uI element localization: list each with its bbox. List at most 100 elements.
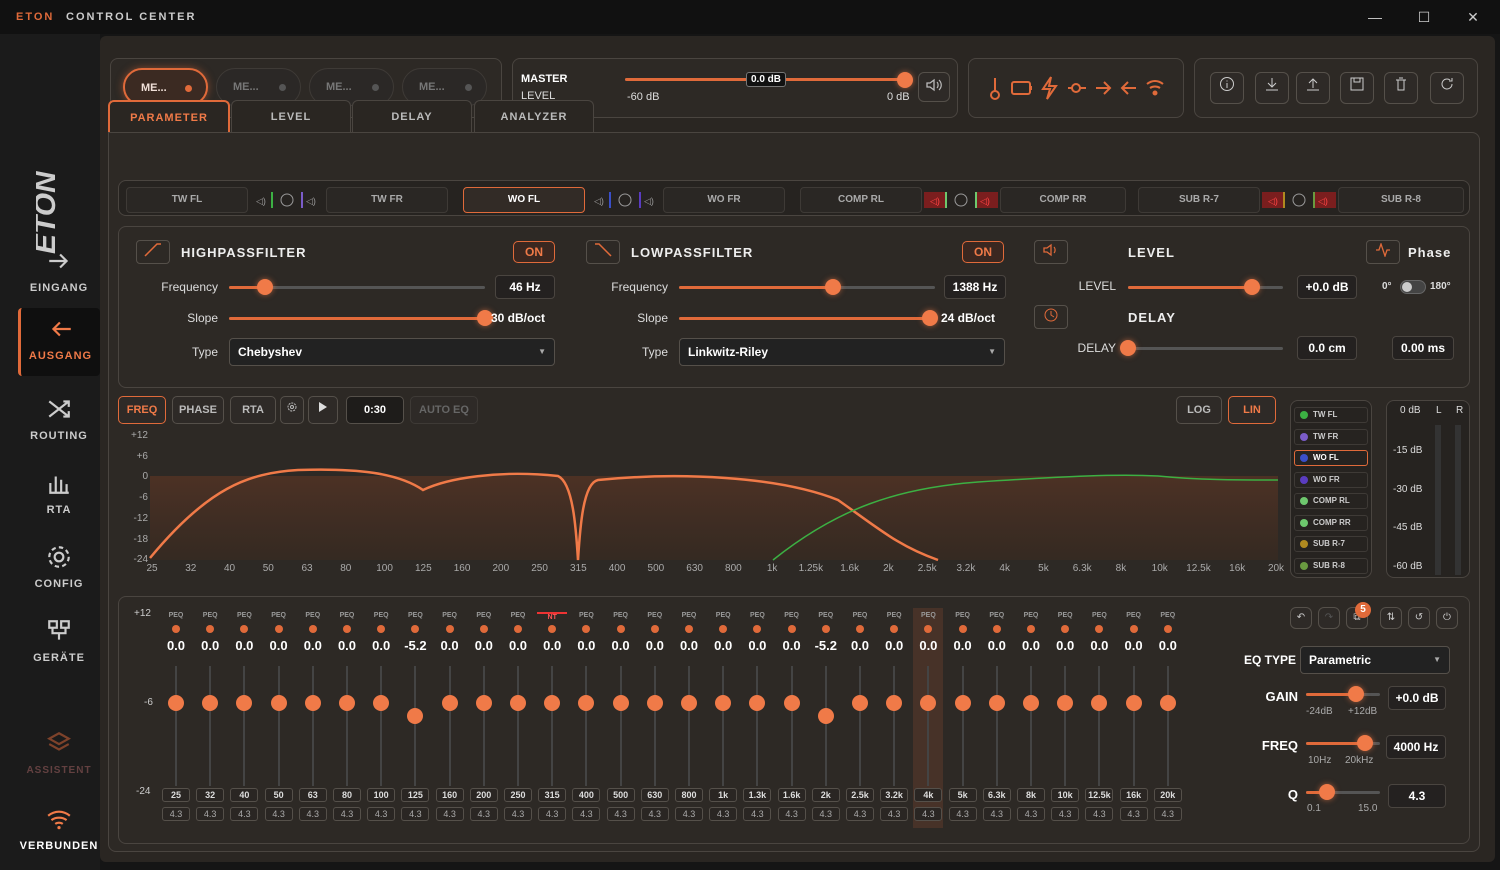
graph-phase-button[interactable]: PHASE <box>172 396 224 424</box>
eq-band[interactable]: PEQ -5.2 125 4.3 <box>400 608 430 828</box>
eq-band-track[interactable] <box>277 666 280 786</box>
eq-band-knob[interactable] <box>715 695 732 711</box>
minimize-button[interactable]: — <box>1360 6 1390 28</box>
channel-sub-r7[interactable]: SUB R-7 <box>1138 187 1260 213</box>
eq-band-q[interactable]: 4.3 <box>298 807 327 821</box>
eq-band-track[interactable] <box>893 666 896 786</box>
eq-band-type[interactable]: PEQ <box>332 612 362 619</box>
frequency-response-graph[interactable] <box>118 428 1288 578</box>
eq-band-knob[interactable] <box>817 708 834 724</box>
eq-band[interactable]: PEQ -5.2 2k 4.3 <box>811 608 841 828</box>
eq-band[interactable]: PEQ 0.0 40 4.3 <box>229 608 259 828</box>
eq-band-q[interactable]: 4.3 <box>504 807 532 821</box>
eq-band-track[interactable] <box>517 666 519 786</box>
eq-band-q[interactable]: 4.3 <box>675 807 703 821</box>
lowpass-frequency-knob[interactable] <box>825 279 841 295</box>
eq-band-knob[interactable] <box>373 695 390 711</box>
close-button[interactable]: ✕ <box>1458 6 1488 28</box>
eq-band-frequency[interactable]: 20k <box>1153 788 1182 802</box>
eq-band-type[interactable]: PEQ <box>264 612 294 619</box>
eq-band-frequency[interactable]: 12.5k <box>1085 788 1114 802</box>
eq-band-frequency[interactable]: 400 <box>572 788 601 802</box>
eq-band-frequency[interactable]: 315 <box>538 788 567 802</box>
eq-band-type[interactable]: NT <box>537 612 568 621</box>
eq-band-knob[interactable] <box>407 708 424 724</box>
eq-swap-button[interactable]: ⇅ <box>1380 607 1402 629</box>
eq-band-frequency[interactable]: 160 <box>435 788 464 802</box>
eq-band-knob[interactable] <box>646 695 663 711</box>
eq-band[interactable]: NT 0.0 315 4.3 <box>537 608 568 828</box>
eq-band-track[interactable] <box>1030 666 1032 786</box>
eq-band-type[interactable]: PEQ <box>845 612 875 619</box>
eq-band-frequency[interactable]: 200 <box>469 788 498 802</box>
eq-band-type[interactable]: PEQ <box>298 612 328 619</box>
eq-band-knob[interactable] <box>168 695 184 711</box>
eq-band-q[interactable]: 4.3 <box>914 807 943 821</box>
scale-log-button[interactable]: LOG <box>1176 396 1222 424</box>
eq-band-type[interactable]: PEQ <box>571 612 601 619</box>
eq-band-track[interactable] <box>1166 666 1169 786</box>
eq-band-type[interactable]: PEQ <box>811 612 841 619</box>
eq-band-q[interactable]: 4.3 <box>401 807 430 821</box>
eq-band-type[interactable]: PEQ <box>777 612 807 619</box>
eq-band-knob[interactable] <box>441 695 458 711</box>
highpass-on-toggle[interactable]: ON <box>513 241 555 263</box>
eq-band-type[interactable]: PEQ <box>1016 612 1046 619</box>
eq-band-q[interactable]: 4.3 <box>846 807 874 821</box>
eq-band-track[interactable] <box>482 666 485 786</box>
eq-band-track[interactable] <box>688 666 690 786</box>
eq-band-frequency[interactable]: 8k <box>1017 788 1045 802</box>
eq-band-q[interactable]: 4.3 <box>162 807 190 821</box>
eq-band-type[interactable]: PEQ <box>948 612 978 619</box>
channel-comp-rr[interactable]: COMP RR <box>1000 187 1126 213</box>
eq-band-type[interactable]: PEQ <box>1084 612 1114 619</box>
eq-gain-knob[interactable] <box>1348 686 1364 702</box>
graph-freq-button[interactable]: FREQ <box>118 396 166 424</box>
eq-band-q[interactable]: 4.3 <box>640 807 669 821</box>
level-mute-button[interactable] <box>1034 240 1068 264</box>
eq-band-q[interactable]: 4.3 <box>777 807 806 821</box>
eq-band-knob[interactable] <box>1125 695 1142 711</box>
eq-band-track[interactable] <box>346 666 348 786</box>
eq-band-frequency[interactable]: 1.6k <box>777 788 806 802</box>
eq-band-knob[interactable] <box>1023 695 1039 711</box>
channel-link-comp[interactable]: ◁) ◁) <box>924 190 998 210</box>
legend-item[interactable]: WO FL <box>1294 450 1368 466</box>
eq-band-q[interactable]: 4.3 <box>948 807 977 821</box>
eq-band-type[interactable]: PEQ <box>1153 612 1183 619</box>
graph-play-button[interactable] <box>308 396 338 424</box>
eq-band[interactable]: PEQ 0.0 20k 4.3 <box>1153 608 1183 828</box>
save-button[interactable] <box>1340 72 1374 104</box>
eq-band-type[interactable]: PEQ <box>913 612 943 619</box>
tab-parameter[interactable]: PARAMETER <box>108 100 230 132</box>
highpass-type-select[interactable]: Chebyshev ▼ <box>229 338 555 366</box>
highpass-frequency-knob[interactable] <box>257 279 273 295</box>
eq-band-frequency[interactable]: 1k <box>709 788 738 802</box>
eq-band-type[interactable]: PEQ <box>708 612 738 619</box>
eq-band[interactable]: PEQ 0.0 800 4.3 <box>674 608 704 828</box>
sidebar-item-assistent[interactable]: ASSISTENT <box>18 722 100 790</box>
eq-band-knob[interactable] <box>783 695 800 711</box>
eq-band-track[interactable] <box>1098 666 1101 786</box>
eq-band[interactable]: PEQ 0.0 4k 4.3 <box>913 608 944 828</box>
channel-link-wo[interactable]: ◁) ◁) <box>588 190 662 210</box>
eq-band-type[interactable]: PEQ <box>1050 612 1080 619</box>
eq-band-frequency[interactable]: 63 <box>298 788 327 802</box>
eq-band-type[interactable]: PEQ <box>1119 612 1149 619</box>
eq-band-track[interactable] <box>722 666 725 786</box>
sidebar-item-geraete[interactable]: GERÄTE <box>18 610 100 678</box>
eq-band-frequency[interactable]: 800 <box>675 788 703 802</box>
channel-link-tw[interactable]: ◁) ◁) <box>250 190 324 210</box>
eq-band-q[interactable]: 4.3 <box>333 807 361 821</box>
eq-band-frequency[interactable]: 2.5k <box>846 788 874 802</box>
eq-band-track[interactable] <box>585 666 588 786</box>
delete-button[interactable] <box>1384 72 1418 104</box>
lowpass-type-select[interactable]: Linkwitz-Riley ▼ <box>679 338 1005 366</box>
eq-band-type[interactable]: PEQ <box>640 612 670 619</box>
eq-band-knob[interactable] <box>852 695 868 711</box>
eq-band[interactable]: PEQ 0.0 5k 4.3 <box>948 608 978 828</box>
eq-band-track[interactable] <box>311 666 314 786</box>
eq-band-q[interactable]: 4.3 <box>1153 807 1182 821</box>
delay-knob[interactable] <box>1120 340 1136 356</box>
eq-freq-knob[interactable] <box>1357 735 1373 751</box>
